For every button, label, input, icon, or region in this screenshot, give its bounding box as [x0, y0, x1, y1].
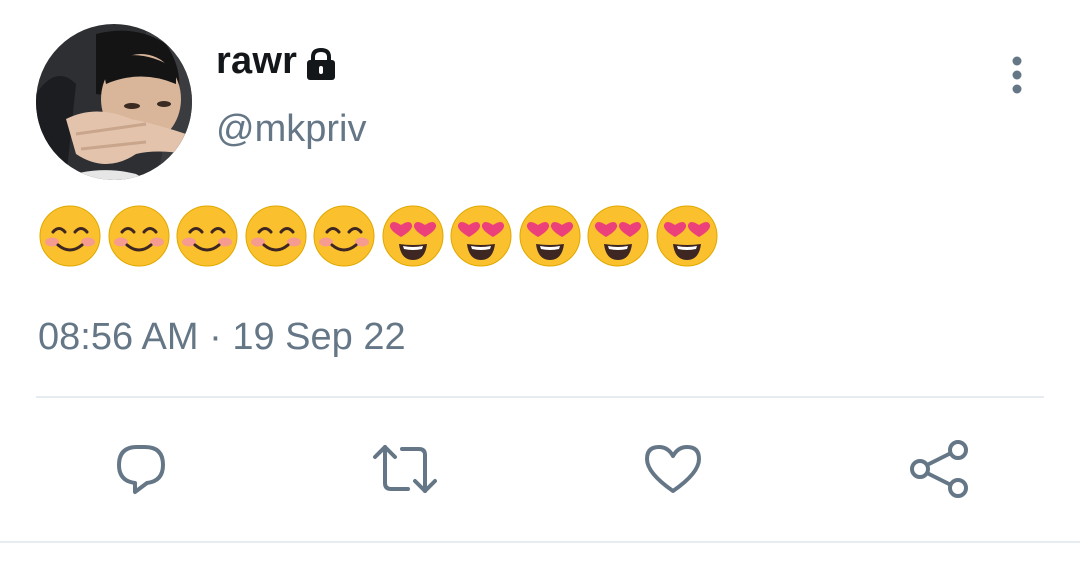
- display-name[interactable]: rawr: [216, 40, 297, 83]
- reply-button[interactable]: [108, 436, 174, 502]
- tweet-time: 08:56 AM: [38, 316, 199, 358]
- timestamp-separator: ·: [198, 316, 233, 358]
- reply-icon: [117, 445, 165, 494]
- smiling-face-emoji: [245, 205, 306, 267]
- avatar[interactable]: [36, 24, 192, 180]
- retweet-icon: [373, 445, 437, 493]
- heart-eyes-emoji: [450, 205, 512, 267]
- tweet-timestamp: 08:56 AM · 19 Sep 22: [38, 316, 406, 359]
- heart-eyes-emoji: [519, 205, 580, 267]
- lock-icon: [307, 47, 336, 80]
- share-icon: [910, 440, 968, 498]
- bottom-divider: [0, 541, 1080, 543]
- heart-eyes-emoji: [382, 205, 443, 267]
- avatar-photo: [36, 24, 192, 180]
- like-button[interactable]: [640, 436, 706, 502]
- share-button[interactable]: [906, 436, 972, 502]
- heart-eyes-emoji: [656, 205, 717, 267]
- divider: [36, 396, 1044, 398]
- tweet-date: 19 Sep 22: [232, 316, 406, 358]
- heart-eyes-emoji: [587, 205, 649, 267]
- more-vertical-icon[interactable]: [1000, 56, 1034, 96]
- retweet-button[interactable]: [372, 436, 438, 502]
- smiling-face-emoji: [108, 205, 169, 267]
- smiling-face-emoji: [313, 205, 375, 267]
- tweet-text: 😊😊😊😊😊😍😍😍😍😍: [38, 204, 723, 270]
- heart-icon: [645, 445, 701, 493]
- smiling-face-emoji: [176, 205, 238, 267]
- smiling-face-emoji: [39, 205, 101, 267]
- user-handle[interactable]: @mkpriv: [216, 108, 366, 151]
- author-name-row[interactable]: rawr: [216, 40, 339, 83]
